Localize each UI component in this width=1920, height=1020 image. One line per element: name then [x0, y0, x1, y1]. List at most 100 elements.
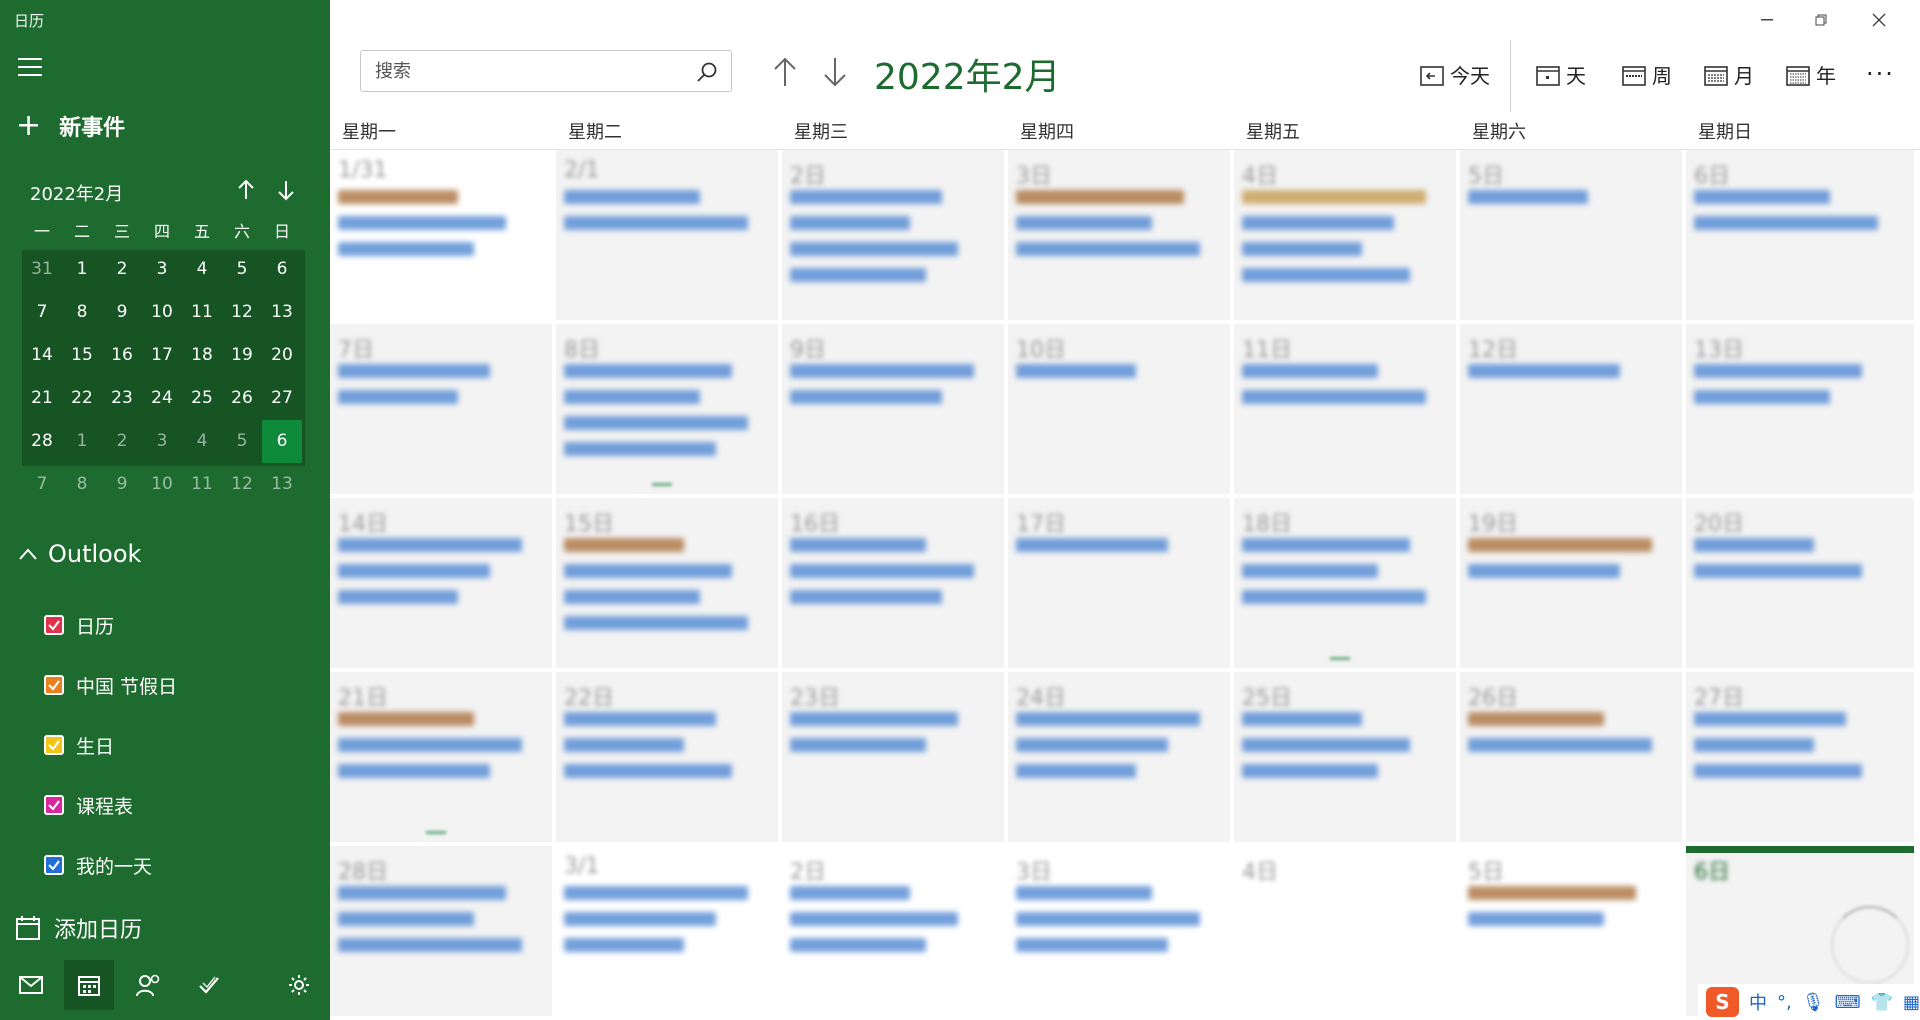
calendar-event[interactable]	[1694, 564, 1862, 578]
calendar-event[interactable]	[338, 190, 458, 204]
mini-calendar-day[interactable]: 11	[182, 463, 222, 506]
mini-calendar-day[interactable]: 27	[262, 377, 302, 420]
mini-calendar-day[interactable]: 15	[62, 334, 102, 377]
more-events-indicator[interactable]	[1330, 657, 1350, 660]
calendar-event[interactable]	[1016, 738, 1168, 752]
calendar-event[interactable]	[1242, 564, 1378, 578]
mini-calendar-day[interactable]: 13	[262, 291, 302, 334]
day-cell[interactable]: 9日	[782, 324, 1006, 496]
day-cell[interactable]: 6日	[1686, 150, 1916, 322]
day-cell[interactable]: 11日	[1234, 324, 1458, 496]
year-view-button[interactable]: 年	[1786, 60, 1836, 89]
mini-calendar-day[interactable]: 31	[22, 248, 62, 291]
calendar-event[interactable]	[1694, 364, 1862, 378]
mini-calendar-day[interactable]: 3	[142, 420, 182, 463]
calendar-event[interactable]	[790, 390, 942, 404]
mini-calendar-day[interactable]: 17	[142, 334, 182, 377]
day-cell[interactable]: 26日	[1460, 672, 1684, 844]
restore-icon[interactable]	[1798, 8, 1844, 32]
calendar-event[interactable]	[1016, 764, 1136, 778]
calendar-event[interactable]	[338, 564, 490, 578]
calendar-item[interactable]: 课程表	[44, 775, 177, 835]
day-cell[interactable]: 3日	[1008, 150, 1232, 322]
day-cell[interactable]: 16日	[782, 498, 1006, 670]
day-cell[interactable]: 5日	[1460, 150, 1684, 322]
calendar-item[interactable]: 生日	[44, 715, 177, 775]
calendar-event[interactable]	[1468, 190, 1588, 204]
day-cell[interactable]: 28日	[330, 846, 554, 1018]
mini-prev-arrow-icon[interactable]	[234, 178, 258, 202]
calendar-event[interactable]	[1694, 216, 1878, 230]
week-view-button[interactable]: 周	[1622, 60, 1672, 89]
calendar-event[interactable]	[338, 886, 506, 900]
close-icon[interactable]	[1856, 8, 1902, 32]
calendar-event[interactable]	[790, 268, 926, 282]
calendar-event[interactable]	[564, 442, 716, 456]
calendar-item[interactable]: 日历	[44, 595, 177, 655]
calendar-event[interactable]	[1242, 590, 1426, 604]
calendar-event[interactable]	[1694, 390, 1830, 404]
calendar-event[interactable]	[1468, 886, 1636, 900]
ime-toolbox-icon[interactable]: ▦	[1903, 992, 1920, 1013]
calendar-event[interactable]	[1468, 538, 1652, 552]
mini-calendar-day[interactable]: 13	[262, 463, 302, 506]
calendar-event[interactable]	[564, 738, 684, 752]
mini-calendar-day[interactable]: 2	[102, 248, 142, 291]
calendar-event[interactable]	[338, 590, 458, 604]
day-cell[interactable]: 15日	[556, 498, 780, 670]
more-events-indicator[interactable]	[652, 483, 672, 486]
day-cell[interactable]: 3/1	[556, 846, 780, 1018]
mini-calendar-day[interactable]: 22	[62, 377, 102, 420]
day-cell[interactable]: 21日	[330, 672, 554, 844]
next-month-arrow-icon[interactable]	[820, 56, 850, 88]
mini-calendar-day[interactable]: 26	[222, 377, 262, 420]
calendar-event[interactable]	[1468, 364, 1620, 378]
calendar-nav-icon[interactable]	[64, 960, 114, 1010]
day-cell[interactable]: 4日	[1234, 150, 1458, 322]
calendar-checkbox[interactable]	[44, 675, 64, 695]
mini-calendar-day[interactable]: 10	[142, 463, 182, 506]
calendar-event[interactable]	[338, 364, 490, 378]
day-cell[interactable]: 7日	[330, 324, 554, 496]
calendar-event[interactable]	[338, 764, 490, 778]
day-cell[interactable]: 3日	[1008, 846, 1232, 1018]
calendar-event[interactable]	[564, 616, 748, 630]
calendar-event[interactable]	[1016, 190, 1184, 204]
calendar-event[interactable]	[1242, 538, 1410, 552]
calendar-event[interactable]	[564, 590, 700, 604]
calendar-event[interactable]	[1016, 364, 1136, 378]
calendar-event[interactable]	[338, 938, 522, 952]
calendar-event[interactable]	[564, 364, 732, 378]
mini-calendar-day[interactable]: 7	[22, 463, 62, 506]
mini-calendar-day[interactable]: 28	[22, 420, 62, 463]
todo-check-icon[interactable]	[184, 960, 234, 1010]
calendar-event[interactable]	[790, 712, 958, 726]
day-cell[interactable]: 23日	[782, 672, 1006, 844]
day-cell[interactable]: 10日	[1008, 324, 1232, 496]
calendar-event[interactable]	[790, 886, 910, 900]
search-input[interactable]	[375, 59, 675, 83]
calendar-event[interactable]	[1242, 216, 1394, 230]
calendar-event[interactable]	[1242, 242, 1362, 256]
calendar-event[interactable]	[1016, 886, 1152, 900]
minimize-icon[interactable]	[1744, 8, 1790, 32]
calendar-event[interactable]	[564, 764, 732, 778]
mini-calendar-day[interactable]: 21	[22, 377, 62, 420]
ime-skin-icon[interactable]: 👕	[1871, 992, 1893, 1013]
calendar-event[interactable]	[1242, 764, 1378, 778]
mini-calendar-day[interactable]: 3	[142, 248, 182, 291]
day-cell[interactable]: 19日	[1460, 498, 1684, 670]
mini-calendar-day[interactable]: 4	[182, 420, 222, 463]
mini-calendar-day[interactable]: 8	[62, 463, 102, 506]
day-cell[interactable]: 13日	[1686, 324, 1916, 496]
calendar-event[interactable]	[1242, 364, 1378, 378]
mini-calendar-day[interactable]: 6	[262, 248, 302, 291]
calendar-event[interactable]	[1016, 712, 1200, 726]
calendar-event[interactable]	[338, 242, 474, 256]
calendar-event[interactable]	[1468, 912, 1604, 926]
calendar-event[interactable]	[1242, 712, 1362, 726]
calendar-event[interactable]	[564, 912, 716, 926]
mini-calendar-day[interactable]: 19	[222, 334, 262, 377]
calendar-event[interactable]	[564, 564, 732, 578]
calendar-event[interactable]	[1016, 938, 1168, 952]
